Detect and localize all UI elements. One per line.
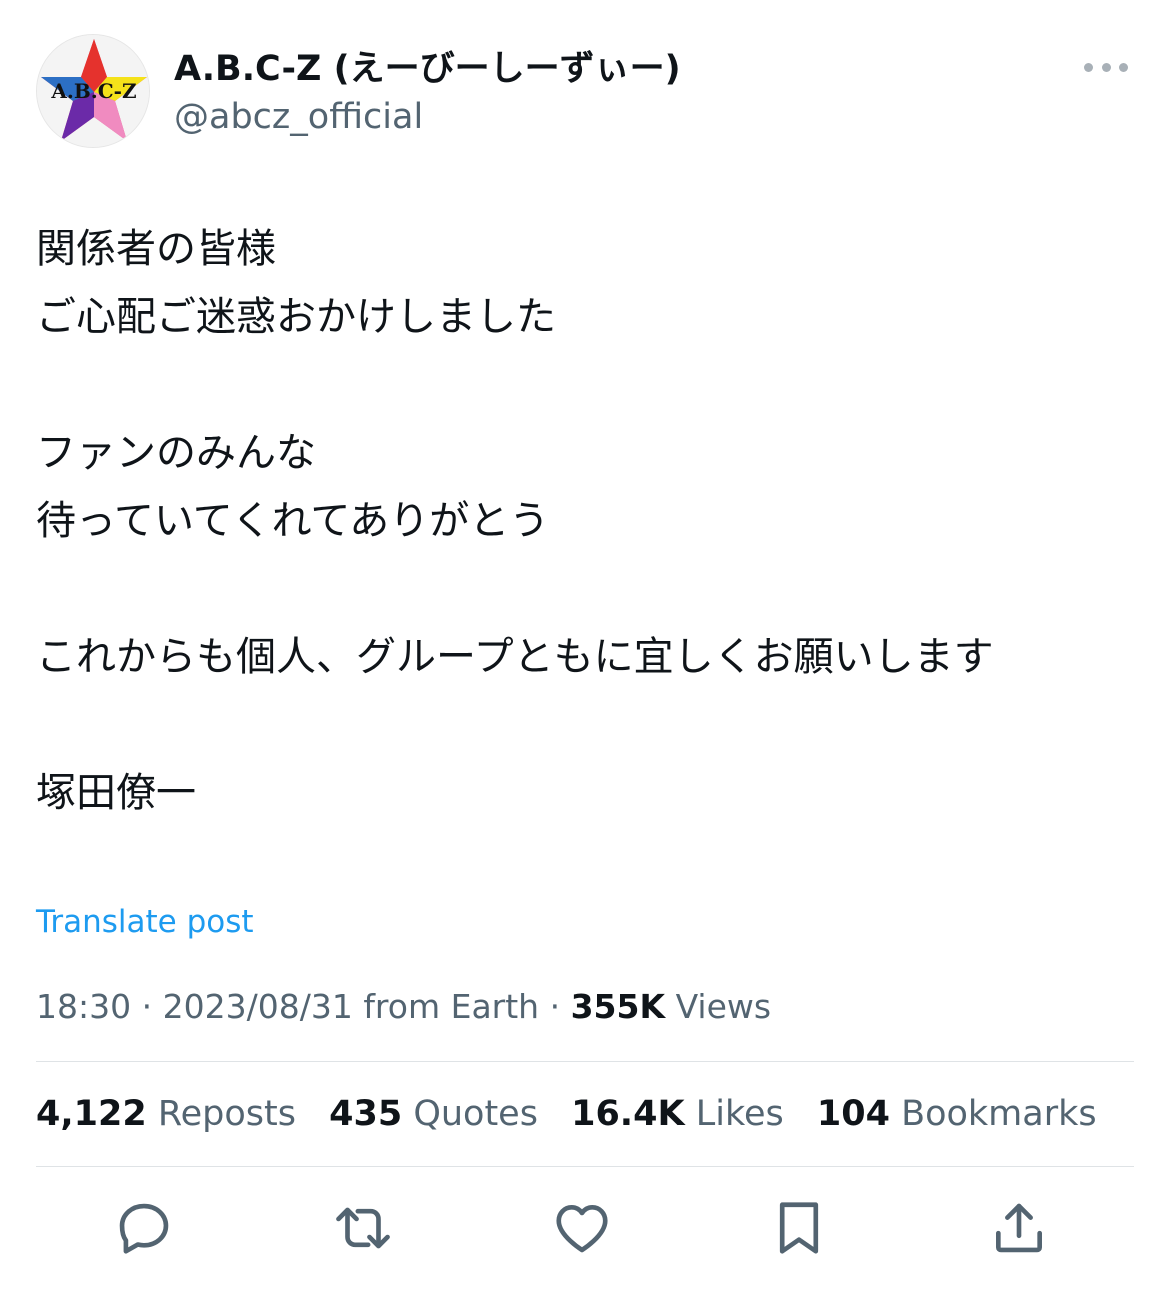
like-button[interactable] [544, 1190, 620, 1266]
post-source: from Earth [363, 987, 540, 1026]
post-text: 関係者の皆様 ご心配ご迷惑おかけしました ファンのみんな 待っていてくれてありが… [36, 215, 1134, 827]
reposts-stat[interactable]: 4,122 Reposts [36, 1090, 296, 1138]
abcz-logo: A.B.C-Z [37, 35, 149, 147]
stat-label: Reposts [157, 1094, 296, 1134]
post-line: 待っていてくれてありがとう [36, 498, 550, 544]
more-options-button[interactable] [1084, 52, 1128, 82]
divider [36, 1061, 1134, 1062]
stat-label: Likes [695, 1094, 784, 1134]
views-label: Views [675, 987, 772, 1026]
likes-stat[interactable]: 16.4K Likes [571, 1090, 784, 1138]
more-dot-icon [1101, 62, 1111, 72]
more-dot-icon [1119, 62, 1128, 72]
stat-count: 104 [816, 1094, 890, 1134]
bookmark-button[interactable] [761, 1190, 837, 1266]
reply-icon [119, 1203, 169, 1254]
stat-count: 4,122 [36, 1094, 147, 1134]
share-button[interactable] [981, 1190, 1057, 1266]
display-name[interactable]: A.B.C-Z (えーびーしーずぃー) [174, 48, 681, 90]
views-count: 355K [570, 987, 666, 1026]
share-icon [996, 1203, 1042, 1253]
post-header: A.B.C-Z A.B.C-Z (えーびーしーずぃー) @abcz_offici… [36, 34, 1134, 150]
stat-count: 16.4K [571, 1094, 685, 1134]
like-icon [556, 1205, 608, 1253]
post-line: 塚田僚一 [36, 770, 196, 816]
divider [36, 1166, 1134, 1167]
more-dot-icon [1084, 62, 1093, 72]
post-line-break [36, 351, 1134, 419]
stat-label: Bookmarks [901, 1094, 1097, 1134]
repost-icon [336, 1207, 390, 1249]
stat-count: 435 [329, 1094, 403, 1134]
post-stats: 4,122 Reposts 435 Quotes 16.4K Likes 104… [36, 1090, 1119, 1138]
post-date[interactable]: 2023/08/31 [163, 987, 353, 1026]
post-time[interactable]: 18:30 [36, 987, 131, 1026]
post-meta: 18:30 · 2023/08/31 from Earth · 355K Vie… [36, 984, 771, 1030]
stat-label: Quotes [413, 1094, 538, 1134]
post-line-break [36, 691, 1134, 759]
avatar[interactable]: A.B.C-Z [36, 34, 150, 148]
translate-post-link[interactable]: Translate post [36, 900, 254, 944]
action-bar [36, 1190, 1134, 1270]
post-line-break [36, 555, 1134, 623]
post-line: ファンのみんな [36, 430, 316, 476]
reply-button[interactable] [106, 1190, 182, 1266]
meta-separator: · [549, 987, 561, 1026]
post-line: 関係者の皆様 [36, 226, 276, 272]
post-line: ご心配ご迷惑おかけしました [36, 294, 556, 340]
bookmark-icon [779, 1202, 819, 1254]
meta-separator: · [141, 987, 153, 1026]
quotes-stat[interactable]: 435 Quotes [329, 1090, 538, 1138]
post-line: これからも個人、グループともに宜しくお願いします [36, 634, 994, 680]
repost-button[interactable] [325, 1190, 401, 1266]
handle[interactable]: @abcz_official [174, 96, 423, 138]
bookmarks-stat[interactable]: 104 Bookmarks [817, 1090, 1097, 1138]
avatar-logo-text: A.B.C-Z [50, 79, 136, 103]
